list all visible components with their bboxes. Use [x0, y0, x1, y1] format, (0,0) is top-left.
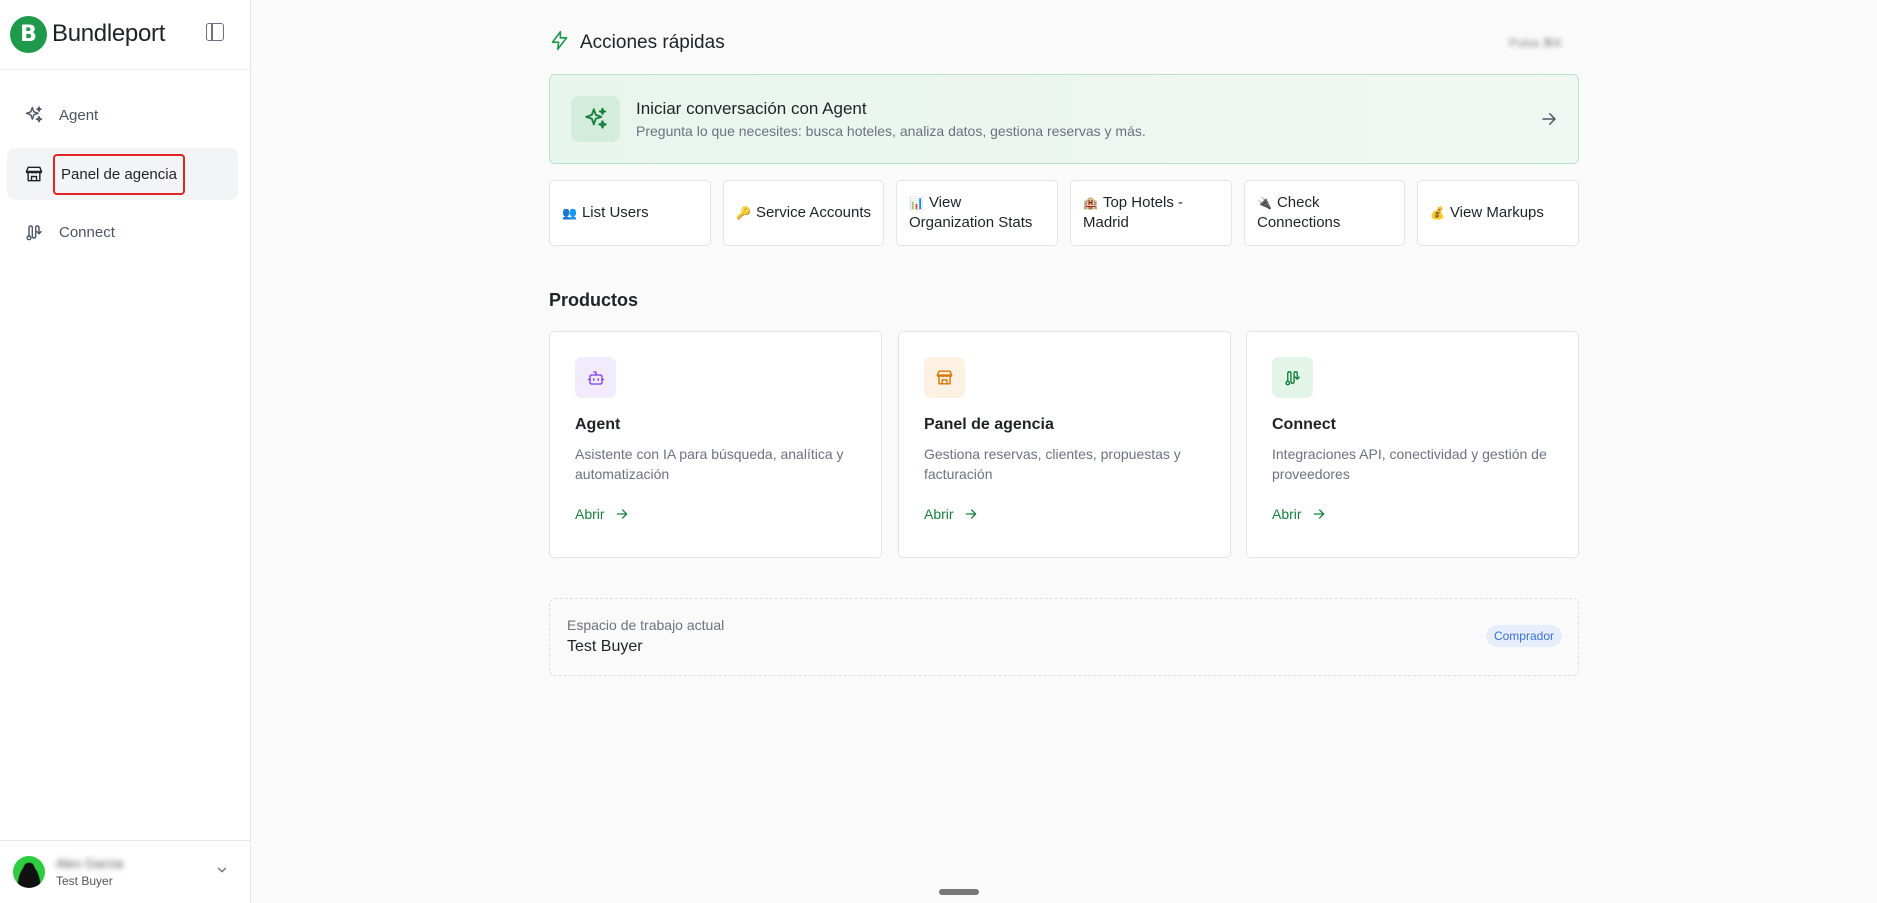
- open-label: Abrir: [1272, 506, 1302, 522]
- card-title: Agent: [575, 416, 621, 433]
- product-card-agent[interactable]: Agent Asistente con IA para búsqueda, an…: [549, 331, 882, 558]
- users-icon: 👥: [562, 206, 577, 220]
- quick-action-view-organization-stats[interactable]: 📊 View Organization Stats: [896, 180, 1058, 246]
- avatar: [13, 856, 45, 888]
- user-menu[interactable]: Alex Garcia Test Buyer: [0, 840, 251, 903]
- sidebar-item-label: Connect: [59, 223, 115, 241]
- chart-icon: 📊: [909, 196, 924, 210]
- hotel-icon: 🏨: [1083, 196, 1098, 210]
- quick-action-label: Service Accounts: [755, 204, 872, 221]
- product-card-panel-de-agencia[interactable]: Panel de agencia Gestiona reservas, clie…: [898, 331, 1231, 558]
- arrow-right-icon: [965, 509, 976, 519]
- quick-action-buttons: 👥 List Users 🔑 Service Accounts 📊 View Org…: [549, 180, 1579, 246]
- card-description: Integraciones API, conectividad y gestió…: [1272, 446, 1547, 482]
- current-workspace-panel: Espacio de trabajo actual Test Buyer Com…: [549, 598, 1579, 676]
- brand-name: Bundleport: [52, 20, 166, 47]
- route-icon: [1272, 357, 1313, 398]
- card-title: Connect: [1272, 416, 1336, 433]
- arrow-right-icon: [1540, 110, 1558, 133]
- start-agent-conversation-banner[interactable]: Iniciar conversación con Agent Pregunta …: [549, 74, 1579, 164]
- user-name: Alex Garcia: [56, 856, 124, 871]
- sidebar-item-connect[interactable]: Connect: [7, 206, 238, 258]
- user-workspace: Test Buyer: [56, 874, 113, 888]
- key-icon: 🔑: [736, 206, 751, 220]
- money-bag-icon: 💰: [1430, 206, 1445, 220]
- quick-action-label: Top Hotels - Madrid: [1083, 194, 1183, 231]
- banner-subtitle: Pregunta lo que necesites: busca hoteles…: [636, 123, 1146, 139]
- card-description: Gestiona reservas, clientes, propuestas …: [924, 446, 1181, 482]
- role-badge: Comprador: [1485, 625, 1562, 647]
- quick-action-top-hotels-madrid[interactable]: 🏨 Top Hotels - Madrid: [1070, 180, 1232, 246]
- quick-action-view-markups[interactable]: 💰 View Markups: [1417, 180, 1579, 246]
- brand-logo: B: [10, 15, 47, 53]
- product-card-connect[interactable]: Connect Integraciones API, conectividad …: [1246, 331, 1579, 558]
- quick-action-list-users[interactable]: 👥 List Users: [549, 180, 711, 246]
- banner-title: Iniciar conversación con Agent: [636, 99, 867, 118]
- sidebar-item-label: Agent: [59, 106, 99, 124]
- sidebar-toggle-icon[interactable]: [206, 23, 224, 41]
- open-link[interactable]: Abrir: [924, 506, 978, 522]
- quick-action-label: List Users: [581, 204, 649, 221]
- sparkles-icon: [571, 96, 620, 142]
- open-label: Abrir: [924, 506, 954, 522]
- sidebar-item-agent[interactable]: Agent: [7, 89, 238, 141]
- route-icon: [23, 221, 45, 243]
- arrow-right-icon: [1313, 509, 1324, 519]
- user-info: Alex Garcia Test Buyer: [56, 856, 123, 888]
- divider: [0, 69, 251, 70]
- sidebar-item-panel-de-agencia[interactable]: Panel de agencia: [7, 148, 238, 200]
- quick-actions-header: Acciones rápidas: [549, 30, 725, 56]
- sparkles-icon: [23, 104, 45, 126]
- brand[interactable]: B Bundleport: [10, 15, 165, 53]
- lightning-icon: [549, 30, 570, 56]
- open-link[interactable]: Abrir: [575, 506, 629, 522]
- quick-action-label: View Markups: [1449, 204, 1544, 221]
- open-link[interactable]: Abrir: [1272, 506, 1326, 522]
- banner-text: Iniciar conversación con Agent Pregunta …: [636, 99, 1146, 139]
- store-icon: [924, 357, 965, 398]
- sidebar: B Bundleport Agent Panel de agencia Conn…: [0, 0, 251, 903]
- store-icon: [23, 163, 45, 185]
- quick-action-check-connections[interactable]: 🔌 Check Connections: [1244, 180, 1405, 246]
- chevron-down-icon[interactable]: [215, 863, 229, 882]
- quick-action-label: View Organization Stats: [909, 194, 1033, 231]
- card-description: Asistente con IA para búsqueda, analític…: [575, 446, 844, 482]
- sidebar-item-label: Panel de agencia: [53, 153, 185, 195]
- workspace-label: Espacio de trabajo actual: [567, 617, 725, 633]
- bot-icon: [575, 357, 616, 398]
- drag-handle[interactable]: [939, 889, 979, 895]
- shortcut-hint: Pulsa ⌘K: [1509, 36, 1563, 50]
- section-title: Acciones rápidas: [580, 32, 725, 53]
- arrow-right-icon: [616, 509, 627, 519]
- card-title: Panel de agencia: [924, 416, 1054, 433]
- quick-action-service-accounts[interactable]: 🔑 Service Accounts: [723, 180, 884, 246]
- plug-icon: 🔌: [1257, 196, 1272, 210]
- workspace-name: Test Buyer: [567, 638, 643, 655]
- products-title: Productos: [549, 290, 639, 310]
- open-label: Abrir: [575, 506, 605, 522]
